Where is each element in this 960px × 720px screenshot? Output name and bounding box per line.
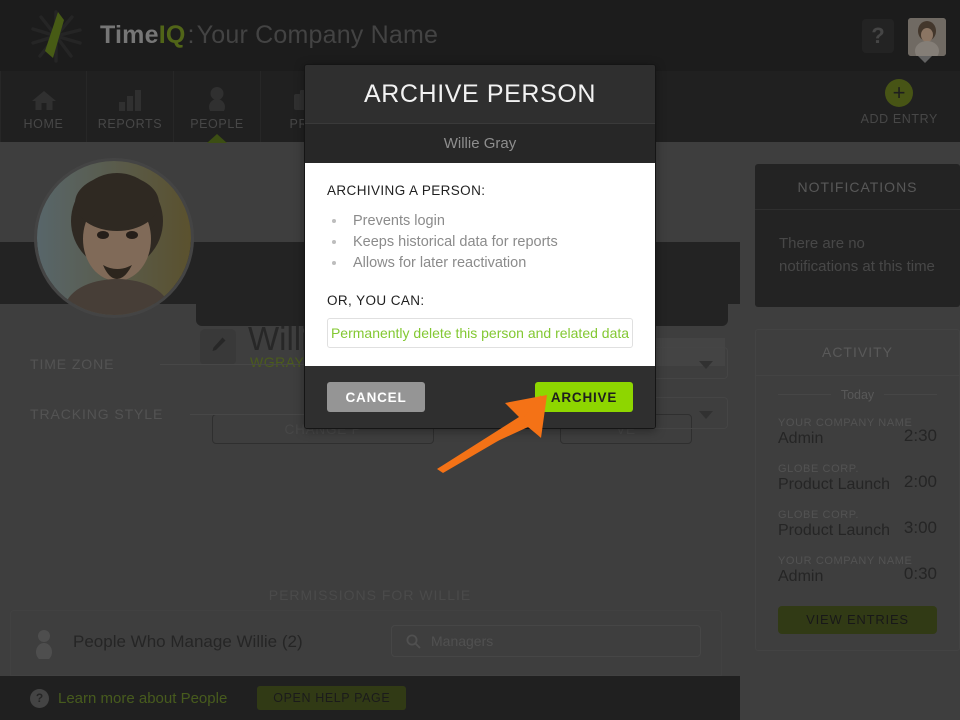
app-root: TimeIQ:Your Company Name ? HOME REPORTS …: [0, 0, 960, 720]
cancel-button[interactable]: CANCEL: [327, 382, 425, 413]
modal-alt-heading: OR, YOU CAN:: [327, 293, 425, 309]
modal-subtitle: Willie Gray: [305, 123, 655, 163]
archive-person-modal: ARCHIVE PERSON Willie Gray ARCHIVING A P…: [304, 64, 656, 430]
list-item: Prevents login: [347, 211, 633, 232]
modal-title: ARCHIVE PERSON: [305, 65, 655, 123]
archive-confirm-button[interactable]: ARCHIVE: [535, 382, 633, 413]
modal-section-heading: ARCHIVING A PERSON:: [327, 183, 486, 198]
archive-effects-list: Prevents login Keeps historical data for…: [347, 211, 633, 274]
modal-body: ARCHIVING A PERSON: Prevents login Keeps…: [305, 163, 655, 367]
list-item: Keeps historical data for reports: [347, 232, 633, 253]
permanently-delete-link[interactable]: Permanently delete this person and relat…: [327, 318, 633, 349]
list-item: Allows for later reactivation: [347, 253, 633, 274]
modal-footer: CANCEL ARCHIVE: [305, 366, 655, 429]
